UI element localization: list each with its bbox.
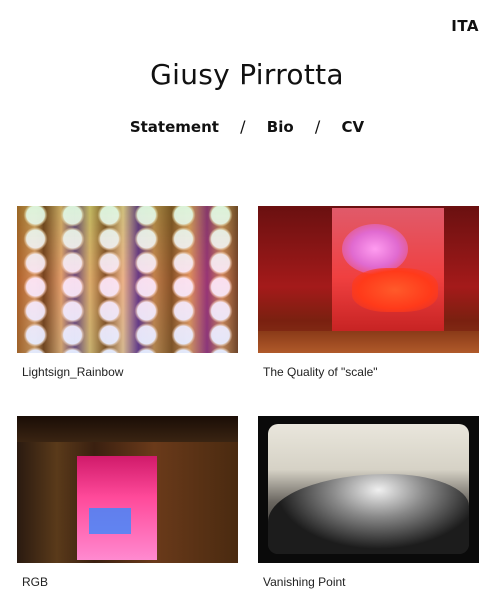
- work-card-vanishing-point[interactable]: Vanishing Point: [258, 416, 479, 589]
- lightbulbs-image: [17, 206, 238, 353]
- work-caption[interactable]: RGB: [17, 575, 238, 589]
- nav-statement-link[interactable]: Statement: [130, 118, 219, 136]
- work-caption[interactable]: Vanishing Point: [258, 575, 479, 589]
- work-card-lightsign-rainbow[interactable]: Lightsign_Rainbow: [17, 206, 238, 379]
- nav-separator: /: [240, 117, 246, 136]
- site-title: Giusy Pirrotta: [150, 58, 344, 91]
- work-thumbnail[interactable]: [17, 206, 238, 353]
- work-caption[interactable]: The Quality of "scale": [258, 365, 479, 379]
- work-thumbnail[interactable]: [17, 416, 238, 563]
- red-room-image: [258, 206, 479, 353]
- nav-cv-link[interactable]: CV: [342, 118, 365, 136]
- work-thumbnail[interactable]: [258, 206, 479, 353]
- language-toggle[interactable]: ITA: [451, 17, 479, 35]
- nav-bio-link[interactable]: Bio: [267, 118, 294, 136]
- nav-separator: /: [314, 117, 321, 136]
- work-card-quality-of-scale[interactable]: The Quality of "scale": [258, 206, 479, 379]
- vanishing-point-image: [258, 416, 479, 563]
- work-thumbnail[interactable]: [258, 416, 479, 563]
- main-nav: Statement / Bio / CV: [0, 117, 494, 136]
- work-card-rgb[interactable]: RGB: [17, 416, 238, 589]
- work-caption[interactable]: Lightsign_Rainbow: [17, 365, 238, 379]
- rgb-corridor-image: [17, 416, 238, 563]
